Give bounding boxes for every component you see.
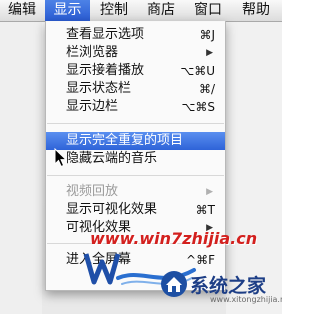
arrow-cursor-icon [54, 148, 68, 168]
watermark-brand-url: www.xitongzhijia.net [210, 295, 282, 304]
screen: 编辑 显示 控制 商店 窗口 帮助 查看显示选项 ⌘J 栏浏览器 ▶ 显示接着播… [0, 0, 282, 314]
menu-store[interactable]: 商店 [138, 0, 184, 21]
menu-item-label: 视频回放 [66, 184, 119, 199]
menu-controls[interactable]: 控制 [91, 0, 137, 21]
menu-window[interactable]: 窗口 [185, 0, 231, 21]
menubar: 编辑 显示 控制 商店 窗口 帮助 [0, 0, 282, 22]
menu-separator [47, 123, 224, 124]
menu-separator [47, 175, 224, 176]
menu-item-view-options[interactable]: 查看显示选项 ⌘J [46, 26, 225, 44]
menu-item-label: 显示边栏 [66, 99, 119, 114]
menu-item-shortcut: ⌘J [199, 28, 215, 42]
menu-item-label: 栏浏览器 [66, 45, 119, 60]
menu-item-show-status-bar[interactable]: 显示状态栏 ⌘/ [46, 80, 225, 98]
triangle-right-icon: ▶ [206, 48, 213, 58]
menu-item-label: 隐藏云端的音乐 [66, 151, 158, 166]
menu-item-column-browser[interactable]: 栏浏览器 ▶ [46, 44, 225, 62]
triangle-right-icon: ▶ [206, 187, 213, 197]
menu-item-shortcut: ⌥⌘U [180, 64, 215, 78]
menu-item-label: 显示接着播放 [66, 63, 145, 78]
menu-item-video-playback: 视频回放 ▶ [46, 183, 225, 201]
menu-item-shortcut: ⌘T [195, 203, 215, 217]
menu-item-label: 显示完全重复的项目 [66, 133, 184, 148]
menu-item-shortcut: ⌘/ [198, 82, 215, 96]
menu-item-label: 显示状态栏 [66, 81, 132, 96]
menu-item-show-up-next[interactable]: 显示接着播放 ⌥⌘U [46, 62, 225, 80]
menu-help[interactable]: 帮助 [232, 0, 280, 21]
background-panel-left [0, 22, 42, 314]
menu-item-show-sidebar[interactable]: 显示边栏 ⌥⌘S [46, 98, 225, 116]
menu-item-show-exact-duplicates[interactable]: 显示完全重复的项目 [46, 132, 225, 150]
menu-item-shortcut: ⌥⌘S [181, 100, 215, 114]
menu-item-hide-cloud-music[interactable]: 隐藏云端的音乐 [46, 150, 225, 168]
menu-edit[interactable]: 编辑 [0, 0, 44, 21]
menu-item-label: 显示可视化效果 [66, 202, 158, 217]
watermark-site-url: www.win7zhijia.cn [90, 229, 258, 248]
menu-item-show-visualizer[interactable]: 显示可视化效果 ⌘T [46, 201, 225, 219]
menu-view[interactable]: 显示 [45, 0, 90, 21]
menu-item-label: 查看显示选项 [66, 27, 145, 42]
watermark-brand: 系统之家 [190, 275, 267, 297]
house-icon [161, 271, 187, 297]
